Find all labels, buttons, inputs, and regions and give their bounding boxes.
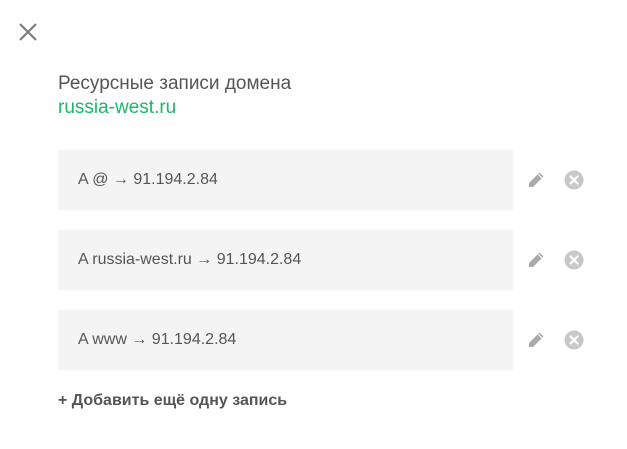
pencil-icon [529, 332, 544, 347]
delete-circle-icon [564, 250, 584, 270]
delete-record-button[interactable] [564, 330, 584, 350]
add-record-link[interactable]: + Добавить ещё одну запись [58, 392, 287, 410]
edit-record-button[interactable] [526, 250, 546, 270]
record-row: A www → 91.194.2.84 [58, 310, 513, 370]
delete-record-button[interactable] [564, 170, 584, 190]
pencil-icon [529, 172, 544, 187]
close-button[interactable] [16, 20, 40, 44]
edit-record-button[interactable] [526, 170, 546, 190]
close-icon [19, 23, 37, 41]
edit-record-button[interactable] [526, 330, 546, 350]
record-text: A russia-west.ru → 91.194.2.84 [78, 251, 302, 268]
record-row: A russia-west.ru → 91.194.2.84 [58, 230, 513, 290]
delete-circle-icon [564, 330, 584, 350]
dns-records-dialog: Ресурсные записи домена russia-west.ru A… [0, 0, 627, 449]
record-text: A @ → 91.194.2.84 [78, 171, 218, 188]
domain-name: russia-west.ru [58, 97, 177, 118]
dialog-title: Ресурсные записи домена [58, 73, 292, 94]
delete-circle-icon [564, 170, 584, 190]
record-row: A @ → 91.194.2.84 [58, 150, 513, 210]
record-text: A www → 91.194.2.84 [78, 331, 237, 348]
pencil-icon [529, 252, 544, 267]
delete-record-button[interactable] [564, 250, 584, 270]
